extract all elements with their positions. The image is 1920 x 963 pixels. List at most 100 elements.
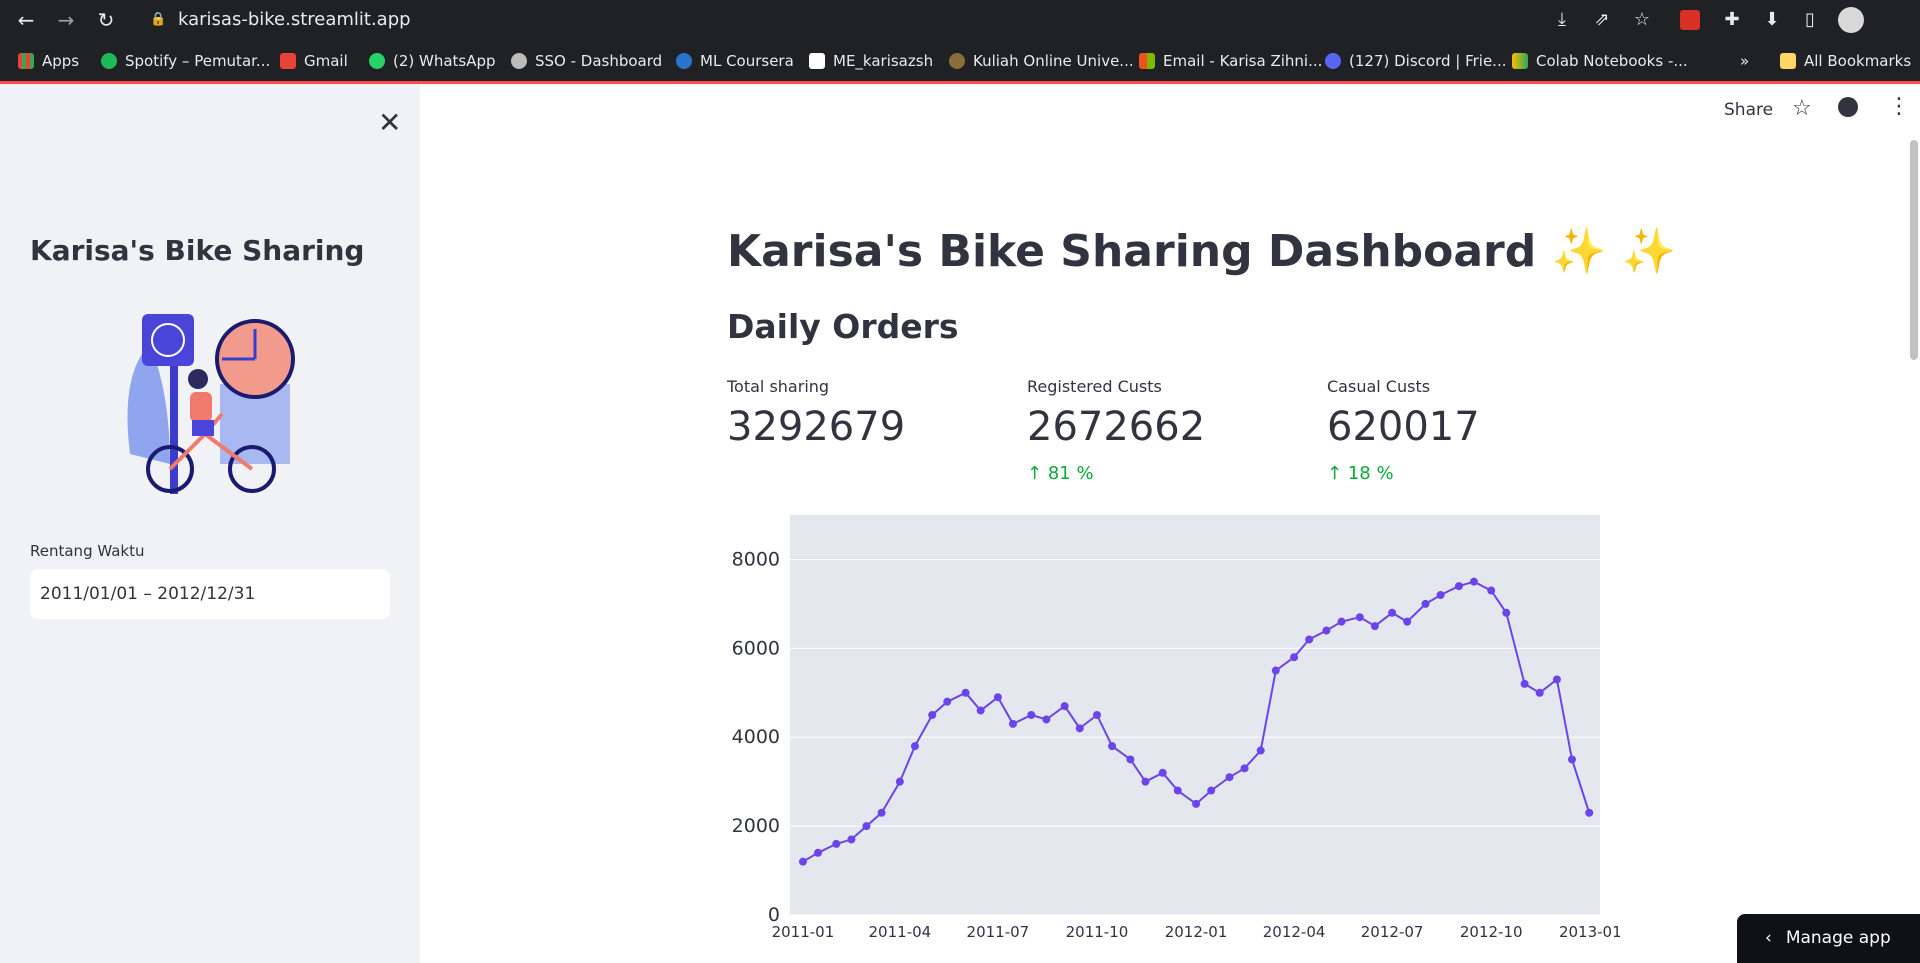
data-point <box>1322 626 1331 635</box>
data-point <box>1126 755 1135 764</box>
bookmark-kuliah[interactable]: Kuliah Online Unive... <box>949 50 1134 72</box>
bookmark-whatsapp[interactable]: (2) WhatsApp <box>369 50 496 72</box>
data-point <box>1469 577 1478 586</box>
discord-icon <box>1325 53 1341 69</box>
section-subtitle: Daily Orders <box>727 307 959 346</box>
data-point <box>1585 808 1594 817</box>
x-tick-label: 2012-10 <box>1460 923 1523 941</box>
side-panel-icon[interactable]: ▯ <box>1798 8 1822 32</box>
x-tick-label: 2011-01 <box>772 923 835 941</box>
data-point <box>1027 711 1036 719</box>
data-point <box>928 711 937 719</box>
install-icon[interactable]: ⤓ <box>1550 8 1574 32</box>
metric-registered-label: Registered Custs <box>1027 377 1162 396</box>
metric-casual-delta: ↑ 18 % <box>1327 463 1394 484</box>
data-point <box>862 822 871 831</box>
browser-toolbar: ← → ↻ 🔒 karisas-bike.streamlit.app ⤓ ⇗ ☆… <box>0 0 1920 40</box>
microsoft-icon <box>1139 53 1155 69</box>
bookmark-star-icon[interactable]: ☆ <box>1630 8 1654 32</box>
reload-icon[interactable]: ↻ <box>92 6 120 34</box>
sso-icon <box>511 53 527 69</box>
data-point <box>1108 742 1117 751</box>
data-point <box>961 688 970 697</box>
download-icon[interactable]: ⬇ <box>1760 8 1784 32</box>
manage-app-button[interactable]: ‹ Manage app <box>1737 914 1920 963</box>
bookmark-discord[interactable]: (127) Discord | Frie... <box>1325 50 1506 72</box>
data-point <box>798 857 807 866</box>
whatsapp-icon <box>369 53 385 69</box>
bookmark-apps[interactable]: Apps <box>18 50 79 72</box>
y-tick-label: 8000 <box>732 548 780 570</box>
bookmark-gmail[interactable]: Gmail <box>280 50 348 72</box>
notion-icon <box>809 53 825 69</box>
bike-illustration <box>127 314 295 494</box>
data-point <box>1141 777 1150 786</box>
extensions-icon[interactable]: ✚ <box>1720 8 1744 32</box>
share-page-icon[interactable]: ⇗ <box>1590 8 1614 32</box>
data-point <box>1173 786 1182 795</box>
x-tick-label: 2013-01 <box>1559 923 1620 941</box>
page-title: Karisa's Bike Sharing Dashboard ✨ ✨ <box>727 226 1677 277</box>
date-range-input[interactable]: 2011/01/01 – 2012/12/31 <box>30 569 390 619</box>
metric-casual-label: Casual Custs <box>1327 377 1431 396</box>
bookmark-colab[interactable]: Colab Notebooks -... <box>1512 50 1688 72</box>
url-text: karisas-bike.streamlit.app <box>178 9 411 30</box>
share-button[interactable]: Share <box>1724 100 1773 120</box>
back-icon[interactable]: ← <box>12 6 40 34</box>
bookmark-coursera[interactable]: ML Coursera <box>676 50 794 72</box>
data-point <box>993 693 1002 702</box>
data-point <box>1454 582 1463 591</box>
y-tick-label: 6000 <box>732 637 780 659</box>
data-point <box>1008 719 1017 728</box>
github-icon[interactable] <box>1838 97 1858 117</box>
scrollbar[interactable] <box>1910 140 1918 360</box>
chevron-left-icon: ‹ <box>1765 928 1772 948</box>
data-point <box>1225 773 1234 782</box>
lock-icon: 🔒 <box>150 12 167 27</box>
x-tick-label: 2012-07 <box>1361 923 1424 941</box>
bookmark-email[interactable]: Email - Karisa Zihni... <box>1139 50 1322 72</box>
data-point <box>1552 675 1561 684</box>
data-point <box>1042 715 1051 724</box>
data-point <box>1290 653 1299 662</box>
metric-registered-delta: ↑ 81 % <box>1027 463 1094 484</box>
x-tick-label: 2012-01 <box>1165 923 1228 941</box>
data-point <box>910 742 919 751</box>
gmail-icon <box>280 53 296 69</box>
profile-avatar[interactable] <box>1838 7 1864 33</box>
x-tick-label: 2011-07 <box>967 923 1030 941</box>
bookmarks-bar: Apps Spotify – Pemutar... Gmail (2) What… <box>0 40 1920 84</box>
sidebar-title: Karisa's Bike Sharing <box>30 234 365 267</box>
bookmarks-overflow[interactable]: » <box>1740 50 1749 72</box>
todoist-extension-icon[interactable] <box>1680 10 1700 30</box>
data-point <box>1421 599 1430 608</box>
metric-registered-value: 2672662 <box>1027 404 1206 450</box>
more-options-icon[interactable]: ⋮ <box>1888 94 1910 119</box>
data-point <box>895 777 904 786</box>
x-tick-label: 2012-04 <box>1263 923 1326 941</box>
folder-icon <box>1780 53 1796 69</box>
y-tick-label: 4000 <box>732 726 780 748</box>
data-point <box>1271 666 1280 675</box>
data-point <box>976 706 985 715</box>
data-point <box>1060 702 1069 711</box>
bookmark-sso[interactable]: SSO - Dashboard <box>511 50 662 72</box>
address-bar[interactable]: 🔒 karisas-bike.streamlit.app <box>140 5 1520 35</box>
data-point <box>1240 764 1249 773</box>
daily-orders-chart: 020004000600080002011-01 2011-04 2011-07 20… <box>732 515 1620 941</box>
metric-total-label: Total sharing <box>727 377 830 396</box>
bookmark-spotify[interactable]: Spotify – Pemutar... <box>101 50 270 72</box>
x-tick-label: 2011-10 <box>1066 923 1129 941</box>
data-point <box>1355 613 1364 622</box>
forward-icon[interactable]: → <box>52 6 80 34</box>
data-point <box>1256 746 1265 755</box>
arrow-up-icon: ↑ <box>1327 463 1348 484</box>
bookmark-notion[interactable]: ME_karisazsh <box>809 50 933 72</box>
bookmark-all[interactable]: All Bookmarks <box>1780 50 1911 72</box>
data-point <box>1502 608 1511 617</box>
close-icon[interactable]: ✕ <box>378 106 401 139</box>
university-icon <box>949 53 965 69</box>
spotify-icon <box>101 53 117 69</box>
star-icon[interactable]: ☆ <box>1792 96 1812 121</box>
data-point <box>1305 635 1314 644</box>
